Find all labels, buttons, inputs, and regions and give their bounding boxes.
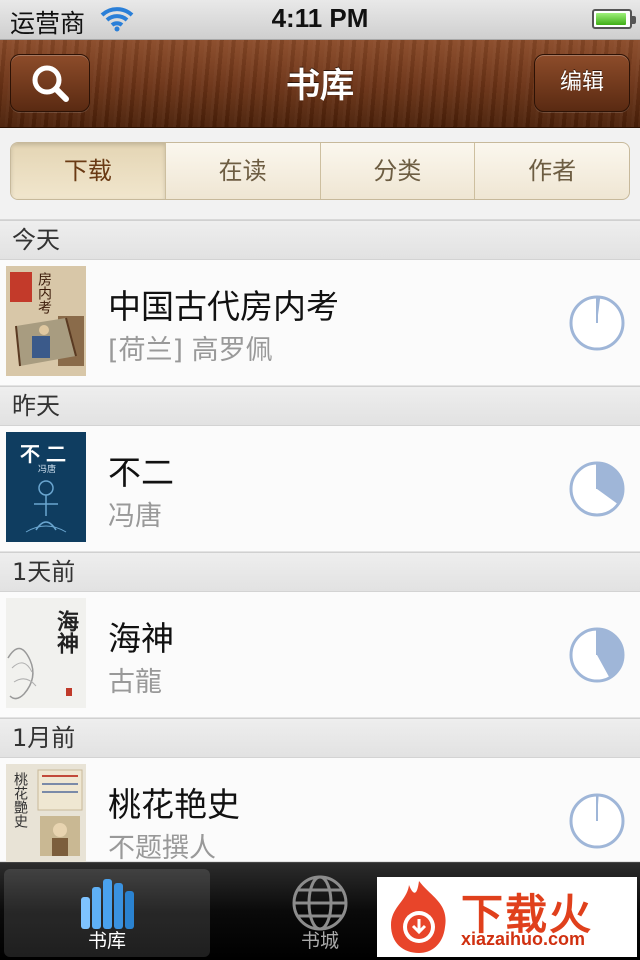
book-title: 不二 [108, 453, 174, 492]
cover-title: 桃花艷史 [12, 772, 28, 828]
edit-button[interactable]: 编辑 [534, 54, 630, 112]
section-header: 1月前 [0, 718, 640, 758]
clock: 4:11 PM [271, 3, 369, 33]
navigation-bar: 书库 编辑 [0, 40, 640, 128]
book-cover: 海神 [6, 598, 86, 708]
bookshelf-icon [81, 879, 134, 929]
book-author: [荷兰] 高罗佩 [108, 335, 273, 366]
book-title: 桃花艳史 [108, 785, 240, 824]
segment-author[interactable]: 作者 [474, 143, 629, 199]
segment-category[interactable]: 分类 [319, 143, 475, 199]
reading-progress-icon [569, 295, 625, 351]
section-header: 昨天 [0, 386, 640, 426]
battery-icon [592, 9, 636, 29]
flame-logo-icon [391, 881, 446, 953]
cover-title: 海神 [53, 610, 79, 654]
book-row[interactable]: 海神 海神 古龍 [0, 592, 640, 718]
section-header: 今天 [0, 220, 640, 260]
segment-reading[interactable]: 在读 [164, 143, 320, 199]
book-cover: 房内考 [6, 266, 86, 376]
tab-label: 书库 [87, 930, 126, 952]
tab-bookshelf[interactable]: 书库 [4, 869, 210, 957]
book-cover: 不二 冯唐 [6, 432, 86, 542]
book-title: 海神 [108, 619, 174, 658]
watermark-logo: 下载火 xiazaihuo.com [377, 877, 637, 957]
reading-progress-icon [569, 461, 625, 517]
segment-bar: 下载 在读 分类 作者 [0, 128, 640, 220]
battery-fill [596, 13, 627, 25]
book-author: 冯唐 [108, 501, 162, 532]
segmented-control: 下载 在读 分类 作者 [10, 142, 630, 200]
status-bar: 运营商 4:11 PM [0, 0, 640, 40]
book-title: 中国古代房内考 [108, 287, 339, 326]
segment-download[interactable]: 下载 [11, 143, 165, 199]
reading-progress-icon [569, 793, 625, 849]
reading-progress-icon [569, 627, 625, 683]
watermark-url: xiazaihuo.com [461, 929, 586, 949]
globe-icon [292, 875, 348, 931]
cover-author: 冯唐 [38, 465, 57, 475]
book-cover: 桃花艷史 [6, 764, 86, 862]
book-row[interactable]: 房内考 中国古代房内考 [荷兰] 高罗佩 [0, 260, 640, 386]
book-row[interactable]: 不二 冯唐 不二 冯唐 [0, 426, 640, 552]
section-header: 1天前 [0, 552, 640, 592]
book-row[interactable]: 桃花艷史 桃花艳史 不题撰人 [0, 758, 640, 864]
book-author: 不题撰人 [108, 833, 216, 864]
book-author: 古龍 [108, 667, 162, 698]
cover-title: 房内考 [36, 272, 52, 314]
